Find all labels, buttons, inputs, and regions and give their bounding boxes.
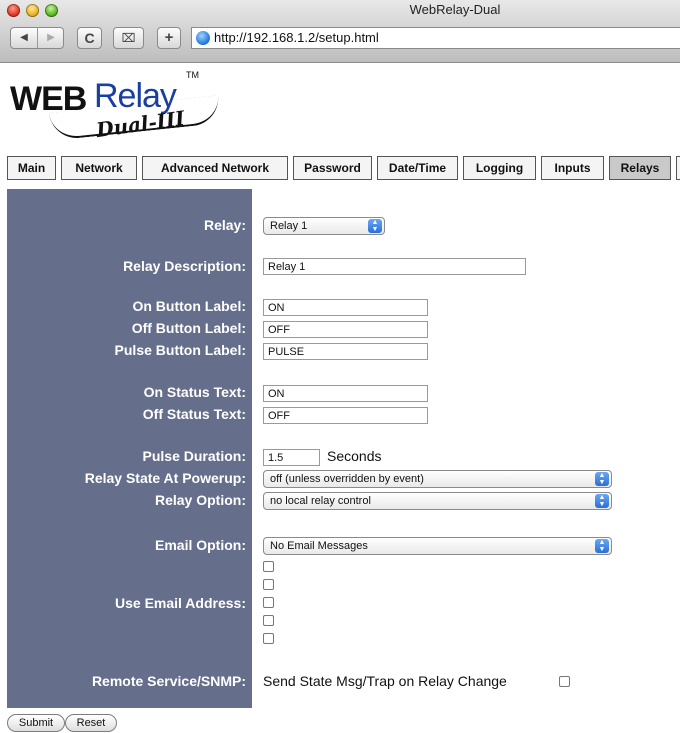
email-option-value: No Email Messages bbox=[270, 540, 368, 552]
select-arrows-icon: ▲ ▼ bbox=[595, 539, 609, 553]
back-forward-buttons: ◀ ▶ bbox=[10, 27, 64, 49]
pulse-duration-label: Pulse Duration: bbox=[142, 448, 246, 464]
email-address-checkbox-5[interactable] bbox=[263, 633, 274, 644]
relay-option-label: Relay Option: bbox=[154, 492, 246, 508]
webrelay-logo: WEB Relay TM Dual-III bbox=[10, 70, 240, 150]
relay-label: Relay: bbox=[203, 217, 246, 233]
tab-inputs[interactable]: Inputs bbox=[541, 156, 604, 180]
address-bar[interactable]: http://192.168.1.2/setup.html bbox=[191, 27, 680, 49]
pulse-button-input[interactable]: PULSE bbox=[263, 343, 428, 360]
globe-icon bbox=[196, 31, 210, 45]
forward-button[interactable]: ▶ bbox=[38, 28, 64, 48]
window-titlebar: WebRelay-Dual ◀ ▶ C ⌧ + http://192.168.1… bbox=[0, 0, 680, 63]
powerup-state-value: off (unless overridden by event) bbox=[270, 473, 424, 485]
relay-option-value: no local relay control bbox=[270, 495, 371, 507]
on-button-label: On Button Label: bbox=[132, 298, 246, 314]
relay-option-select[interactable]: no local relay control ▲ ▼ bbox=[263, 492, 612, 510]
email-address-checkbox-2[interactable] bbox=[263, 579, 274, 590]
reload-button[interactable]: C bbox=[77, 27, 102, 49]
pulse-duration-input[interactable]: 1.5 bbox=[263, 449, 320, 466]
tab-password[interactable]: Password bbox=[293, 156, 372, 180]
relay-select[interactable]: Relay 1 ▲ ▼ bbox=[263, 217, 385, 235]
tab-logging[interactable]: Logging bbox=[463, 156, 536, 180]
remote-service-label: Remote Service/SNMP: bbox=[91, 673, 246, 689]
email-option-label: Email Option: bbox=[155, 537, 246, 553]
address-url: http://192.168.1.2/setup.html bbox=[214, 30, 379, 45]
snapback-button[interactable]: ⌧ bbox=[113, 27, 144, 49]
remote-service-text: Send State Msg/Trap on Relay Change bbox=[263, 673, 507, 689]
tab-advanced-network[interactable]: Advanced Network bbox=[142, 156, 288, 180]
add-bookmark-button[interactable]: + bbox=[157, 27, 181, 49]
off-button-input[interactable]: OFF bbox=[263, 321, 428, 338]
select-arrows-icon: ▲ ▼ bbox=[595, 494, 609, 508]
tab-date-time[interactable]: Date/Time bbox=[377, 156, 458, 180]
use-email-address-label: Use Email Address: bbox=[115, 595, 246, 611]
on-button-input[interactable]: ON bbox=[263, 299, 428, 316]
relay-description-label: Relay Description: bbox=[123, 258, 246, 274]
powerup-state-select[interactable]: off (unless overridden by event) ▲ ▼ bbox=[263, 470, 612, 488]
submit-button[interactable]: Submit bbox=[7, 714, 65, 732]
off-status-input[interactable]: OFF bbox=[263, 407, 428, 424]
tab-main[interactable]: Main bbox=[7, 156, 56, 180]
back-button[interactable]: ◀ bbox=[11, 28, 38, 48]
select-arrows-icon: ▲ ▼ bbox=[595, 472, 609, 486]
off-status-label: Off Status Text: bbox=[142, 406, 246, 422]
reset-button[interactable]: Reset bbox=[65, 714, 117, 732]
window-title: WebRelay-Dual bbox=[409, 2, 501, 17]
remote-service-checkbox[interactable] bbox=[559, 676, 570, 687]
tab-overflow[interactable] bbox=[676, 156, 680, 180]
select-arrows-icon: ▲ ▼ bbox=[368, 219, 382, 233]
on-status-label: On Status Text: bbox=[143, 384, 246, 400]
email-address-checkbox-3[interactable] bbox=[263, 597, 274, 608]
logo-trademark: TM bbox=[186, 70, 199, 80]
tab-relays[interactable]: Relays bbox=[609, 156, 671, 180]
relay-settings-form: Relay: Relay 1 ▲ ▼ Relay Description: Rel… bbox=[7, 189, 680, 708]
tab-network[interactable]: Network bbox=[61, 156, 137, 180]
pulse-button-label: Pulse Button Label: bbox=[114, 342, 246, 358]
off-button-label: Off Button Label: bbox=[131, 320, 246, 336]
powerup-state-label: Relay State At Powerup: bbox=[84, 470, 246, 486]
email-option-select[interactable]: No Email Messages ▲ ▼ bbox=[263, 537, 612, 555]
pulse-duration-unit: Seconds bbox=[327, 448, 382, 464]
on-status-input[interactable]: ON bbox=[263, 385, 428, 402]
relay-select-value: Relay 1 bbox=[270, 220, 308, 232]
relay-description-input[interactable]: Relay 1 bbox=[263, 258, 526, 275]
email-address-checkbox-1[interactable] bbox=[263, 561, 274, 572]
email-address-checkbox-4[interactable] bbox=[263, 615, 274, 626]
